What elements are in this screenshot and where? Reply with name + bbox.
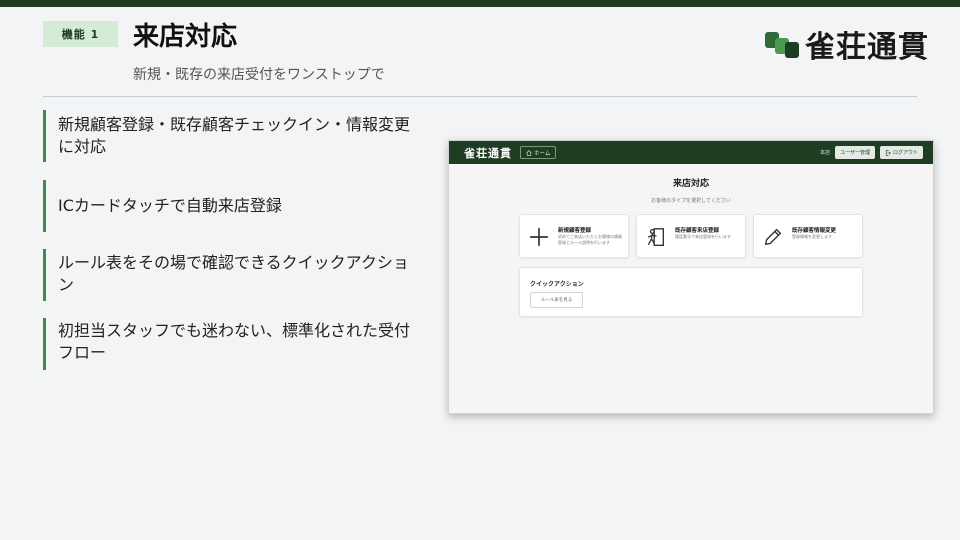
logout-icon [885,149,891,156]
plus-icon [529,227,549,247]
feature-item-2: ICカードタッチで自動来店登録 [43,180,418,232]
slide-title: 来店対応 [133,22,238,52]
card-description: 電話番号で来店登録を行います [675,234,731,239]
app-screenshot: 雀荘通貫 ホーム 本店 ユーザー管理 ログアウト 来店対応 お客様のタイプを選択… [448,140,934,414]
logout-label: ログアウト [892,150,918,156]
user-management-button[interactable]: ユーザー管理 [835,146,875,159]
brand-logo: 雀荘通貫 [765,22,929,66]
card-title: 既存顧客情報変更 [792,228,837,234]
logout-button[interactable]: ログアウト [879,146,923,159]
brand-logo-text: 雀荘通貫 [805,30,929,65]
logo-mark-icon [765,28,801,60]
top-accent-bar [0,0,960,7]
app-logo: 雀荘通貫 [464,146,512,160]
app-header: 雀荘通貫 ホーム 本店 ユーザー管理 ログアウト [449,141,933,164]
edit-customer-info-card[interactable]: 既存顧客情報変更 登録情報を変更します [753,214,863,258]
home-icon [526,149,532,156]
slide-subtitle: 新規・既存の来店受付をワンストップで [133,67,385,83]
feature-item-3: ルール表をその場で確認できるクイックアクション [43,249,418,301]
feature-badge: 機能 1 [43,21,118,47]
card-title: 新規顧客登録 [558,228,592,234]
app-page-title: 来店対応 [672,179,709,189]
existing-customer-checkin-card[interactable]: 既存顧客来店登録 電話番号で来店登録を行います [636,214,746,258]
view-rules-button[interactable]: ルール表を見る [530,292,583,308]
feature-item-4: 初担当スタッフでも迷わない、標準化された受付フロー [43,318,418,370]
home-button[interactable]: ホーム [520,146,557,159]
pencil-icon [764,228,782,246]
card-title: 既存顧客来店登録 [675,228,720,234]
header-divider [43,96,917,97]
card-description: 登録情報を変更します [792,234,832,239]
quick-action-panel: クイックアクション ルール表を見る [519,267,863,317]
app-page-subtitle: お客様のタイプを選択してください [651,198,731,204]
quick-action-title: クイックアクション [530,281,584,288]
new-customer-card[interactable]: 新規顧客登録 初めてご来店いただくお客様の情報登録とルール説明を行います [519,214,629,258]
door-enter-icon [648,228,665,246]
store-name: 本店 [820,150,831,156]
card-description: 初めてご来店いただくお客様の情報登録とルール説明を行います [558,234,622,245]
feature-item-1: 新規顧客登録・既存顧客チェックイン・情報変更に対応 [43,110,418,162]
user-management-label: ユーザー管理 [840,150,870,156]
home-button-label: ホーム [534,150,551,157]
